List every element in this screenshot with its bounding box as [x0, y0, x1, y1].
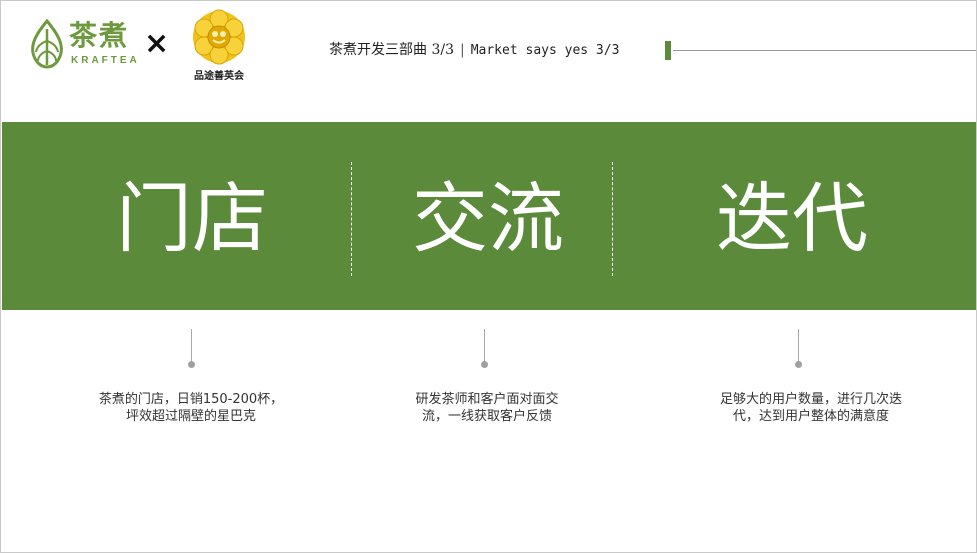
description-store: 茶煮的门店，日销150-200杯， 坪效超过隔壁的星巴克: [81, 391, 301, 425]
description-communication: 研发茶师和客户面对面交 流，一线获取客户反馈: [377, 391, 597, 425]
header-accent-marker: [665, 41, 671, 60]
description-iteration-line2: 代，达到用户整体的满意度: [732, 409, 889, 424]
kraftea-logo-name: 茶煮: [69, 19, 130, 52]
header-rule: [673, 50, 976, 51]
connector-dot-3: [795, 361, 802, 368]
slide: 茶煮 KRAFTEA × 品途善英会 茶煮开发三部曲 3/3 | Market sa…: [0, 0, 977, 553]
kraftea-logo-subtitle: KRAFTEA: [71, 55, 140, 66]
connector-line-3: [798, 329, 799, 363]
band-divider-2: [612, 162, 613, 276]
header-title-cn: 茶煮开发三部曲 3/3: [329, 42, 454, 58]
band-word-iteration: 迭代: [716, 174, 868, 263]
description-communication-line1: 研发茶师和客户面对面交: [415, 392, 559, 407]
connector-dot-2: [481, 361, 488, 368]
description-iteration: 足够大的用户数量，进行几次迭 代，达到用户整体的满意度: [701, 391, 921, 425]
golden-flower-emblem-icon: [193, 9, 245, 65]
description-iteration-line1: 足够大的用户数量，进行几次迭: [719, 392, 902, 407]
connector-line-2: [484, 329, 485, 363]
kraftea-logo: 茶煮 KRAFTEA: [29, 19, 139, 71]
connector-dot-1: [188, 361, 195, 368]
green-band: 门店 交流 迭代: [2, 122, 976, 310]
pintu-logo: 品途善英会: [187, 9, 251, 82]
tea-leaf-icon: [31, 19, 63, 69]
pintu-logo-caption: 品途善英会: [194, 71, 244, 82]
connector-line-1: [191, 329, 192, 363]
description-communication-line2: 流，一线获取客户反馈: [421, 409, 552, 424]
header-title-separator: |: [459, 42, 465, 58]
header-title-en: Market says yes 3/3: [470, 43, 620, 58]
description-store-line1: 茶煮的门店，日销150-200杯，: [98, 392, 284, 407]
band-word-store: 门店: [116, 174, 268, 263]
description-store-line2: 坪效超过隔壁的星巴克: [125, 409, 256, 424]
header-title: 茶煮开发三部曲 3/3 | Market says yes 3/3: [329, 41, 619, 60]
band-divider-1: [351, 162, 352, 276]
band-word-communication: 交流: [412, 174, 564, 263]
cross-mark: ×: [144, 26, 170, 61]
